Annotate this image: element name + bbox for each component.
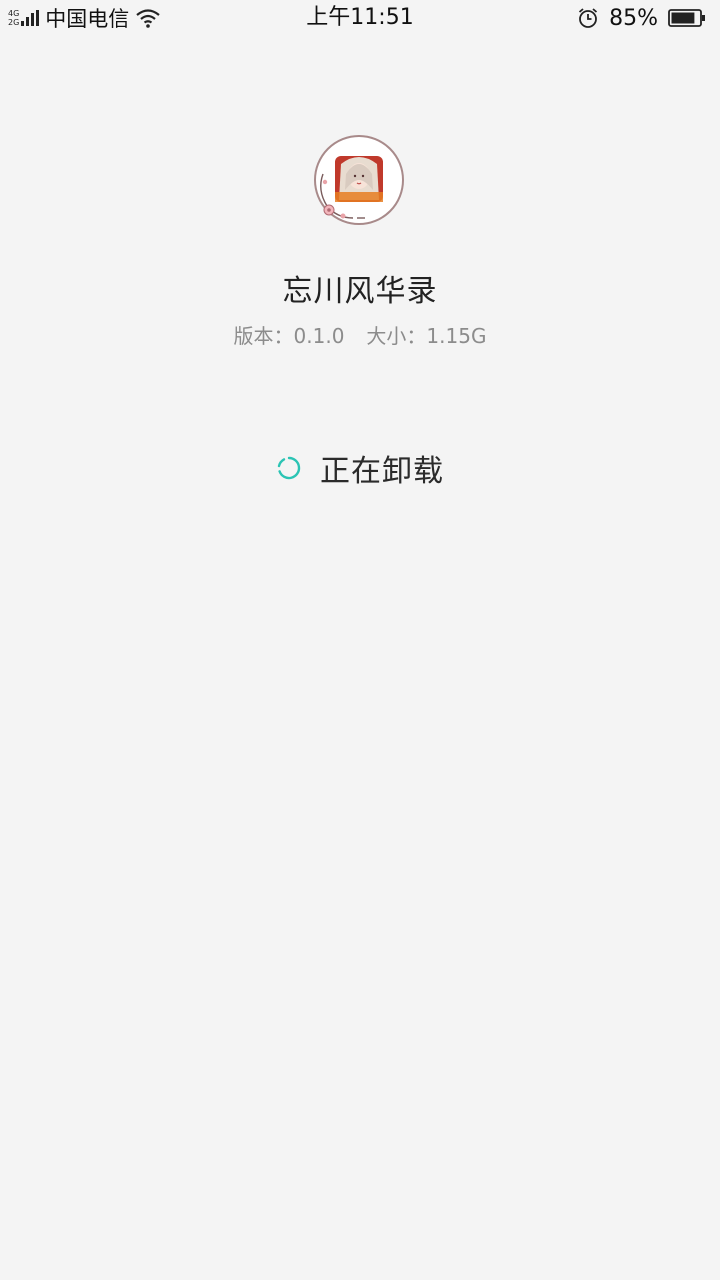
version-label: 版本：	[233, 324, 294, 348]
alarm-icon	[579, 8, 598, 28]
size-value: 1.15G	[426, 324, 487, 348]
spinner-icon	[277, 456, 301, 480]
uninstall-screen: 4G 2G 中国电信 上午11:51 85% 忘川风华录 版本：0.1.0 大小…	[0, 0, 720, 1280]
status-right: 85%	[577, 3, 706, 33]
uninstall-status-text: 正在卸载	[320, 454, 444, 489]
battery-icon	[668, 9, 705, 27]
version-value: 0.1.0	[293, 324, 345, 348]
uninstall-progress: 正在卸载	[0, 444, 720, 492]
app-name: 忘川风华录	[282, 274, 438, 309]
battery-fill	[671, 12, 695, 24]
size-label: 大小：	[366, 324, 427, 348]
app-meta: 版本：0.1.0 大小：1.15G	[0, 320, 720, 349]
app-icon	[314, 135, 404, 225]
status-bar: 4G 2G 中国电信 上午11:51 85%	[0, 0, 720, 36]
battery-percent: 85%	[609, 5, 658, 31]
